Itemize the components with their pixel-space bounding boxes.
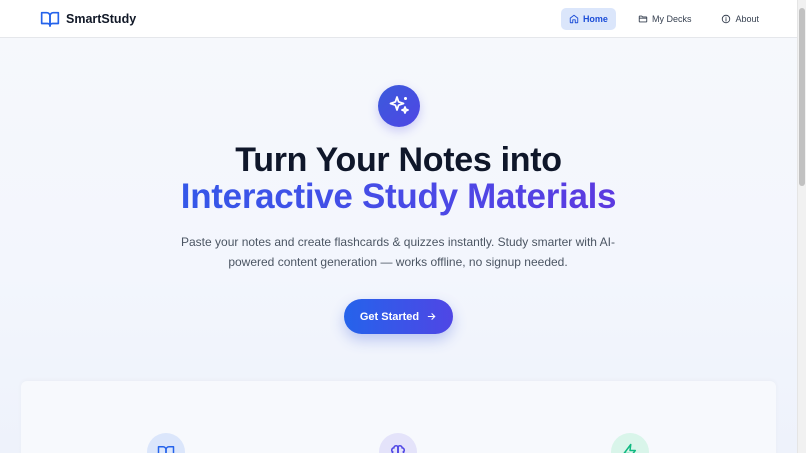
brand[interactable]: SmartStudy: [40, 10, 136, 28]
arrow-right-icon: [427, 313, 436, 320]
book-open-icon: [40, 10, 60, 28]
scrollbar-thumb[interactable]: [799, 8, 805, 186]
brand-name: SmartStudy: [66, 11, 137, 26]
features-section: [21, 381, 776, 453]
hero-title-line1: Turn Your Notes into: [235, 141, 562, 179]
get-started-label: Get Started: [359, 310, 420, 323]
folder-icon: [638, 15, 648, 22]
book-icon: [147, 433, 185, 453]
nav-item-about[interactable]: About: [713, 8, 767, 30]
nav-item-label: About: [735, 13, 759, 24]
page-scrollbar[interactable]: [797, 0, 806, 453]
main-nav: Home My Decks About: [560, 7, 767, 30]
lightning-icon: [611, 433, 649, 453]
sparkles-icon: [378, 85, 420, 127]
top-navbar: SmartStudy Home My Decks About: [0, 0, 797, 38]
nav-item-label: Home: [582, 13, 608, 24]
info-icon: [722, 14, 731, 23]
get-started-button[interactable]: Get Started: [344, 299, 453, 334]
nav-item-label: My Decks: [651, 13, 692, 24]
hero-title-line2: Interactive Study Materials: [0, 177, 797, 217]
home-icon: [569, 14, 579, 23]
brain-icon: [379, 433, 417, 453]
nav-item-home[interactable]: Home: [560, 7, 616, 30]
hero-description: Paste your notes and create flashcards &…: [181, 235, 615, 269]
nav-item-my-decks[interactable]: My Decks: [630, 8, 700, 30]
